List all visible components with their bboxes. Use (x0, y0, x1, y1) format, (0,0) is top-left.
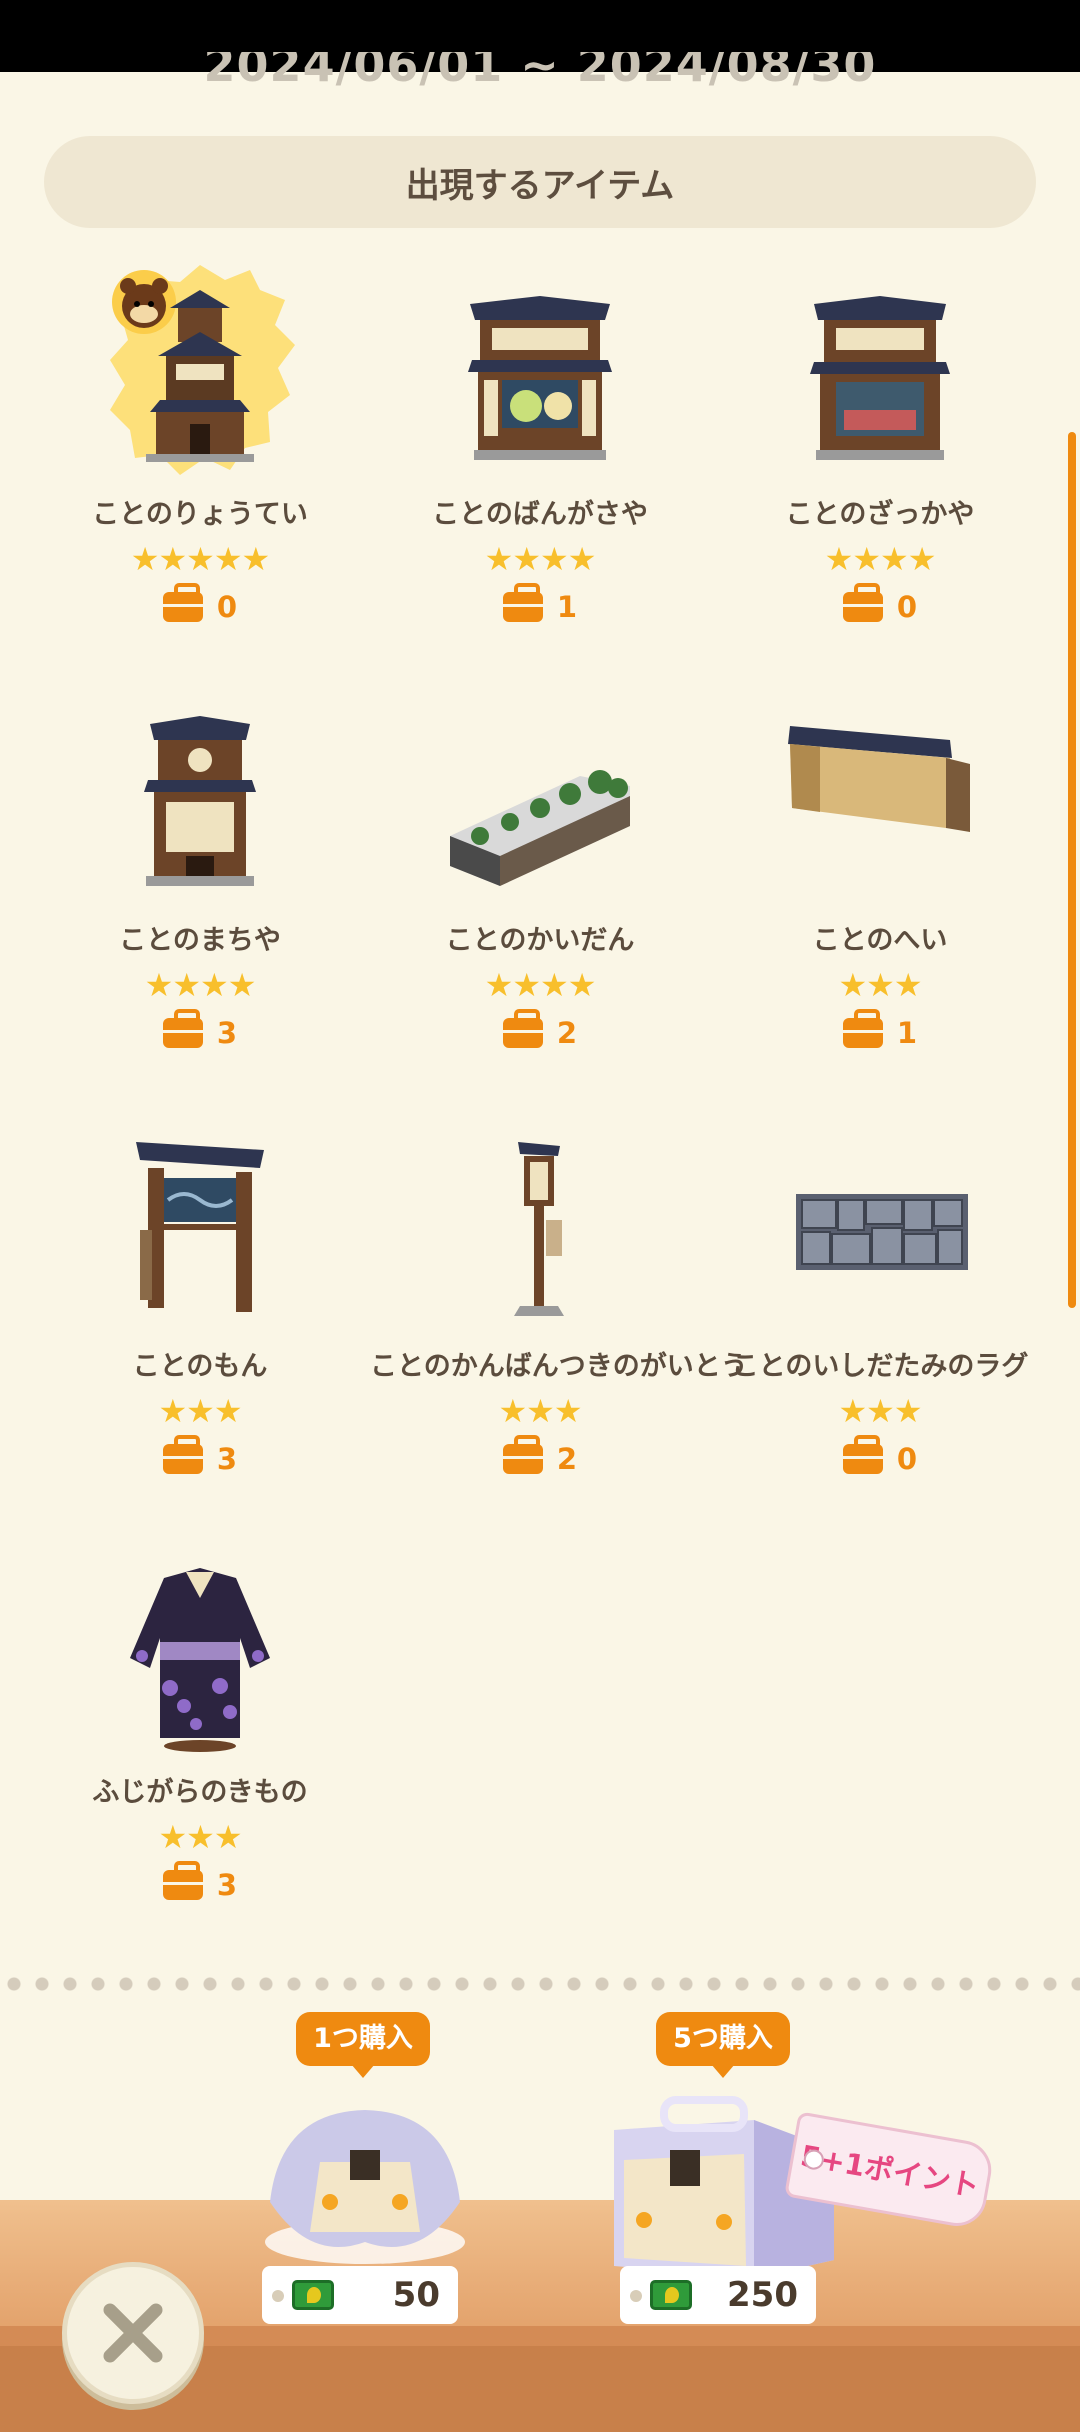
item-name: ことのもん (132, 1351, 268, 1382)
star-rating: ★★★★ (144, 966, 257, 1004)
bag-icon (162, 1435, 203, 1474)
star-rating: ★★★ (498, 1392, 582, 1430)
item-name: ことのざっかや (785, 499, 975, 530)
bag-icon (162, 1861, 203, 1900)
bag-icon (842, 1009, 883, 1048)
townhouse-icon (144, 716, 256, 886)
bag-icon (502, 1435, 543, 1474)
item-name: ことのかんばんつきのがいとう (370, 1351, 748, 1382)
section-title: 出現するアイテム (44, 136, 1036, 228)
price-five: 250 (620, 2266, 816, 2324)
divider (0, 1976, 1080, 1992)
item-name: ことのかいだん (445, 925, 635, 956)
item-card[interactable]: ことのばんがさや ★★★★ 1 (370, 260, 710, 660)
close-icon (103, 2303, 163, 2363)
item-card[interactable]: ことのもん ★★★ 3 (30, 1112, 370, 1512)
item-card[interactable]: ことのいしだたみのラグ ★★★ 0 (710, 1112, 1050, 1512)
item-count: 0 (710, 583, 1050, 624)
item-name: ふじがらのきもの (92, 1777, 308, 1808)
price-single: 50 (262, 2266, 458, 2324)
star-rating: ★★★★ (824, 540, 937, 578)
item-count: 0 (710, 1435, 1050, 1476)
item-count: 1 (710, 1009, 1050, 1050)
gate-icon (136, 1142, 264, 1312)
item-count: 3 (30, 1435, 370, 1476)
bag-icon (502, 583, 543, 622)
item-count: 3 (30, 1861, 370, 1902)
bag-icon (162, 1009, 203, 1048)
general-store-icon (810, 296, 950, 460)
item-name: ことのへい (812, 925, 948, 956)
item-card[interactable]: ことのざっかや ★★★★ 0 (710, 260, 1050, 660)
buy-one-label: 1つ購入 (296, 2012, 430, 2078)
item-card[interactable]: ことのまちや ★★★★ 3 (30, 686, 370, 1086)
leaf-ticket-icon (292, 2280, 334, 2310)
star-rating: ★★★ (838, 966, 922, 1004)
umbrella-shop-icon (468, 296, 612, 460)
item-count: 1 (370, 583, 710, 624)
fortune-cookie-icon (265, 2110, 465, 2264)
item-name: ことのいしだたみのラグ (731, 1351, 1029, 1382)
item-card[interactable]: ことのかんばんつきのがいとう ★★★ 2 (370, 1112, 748, 1512)
item-count: 0 (30, 583, 370, 624)
restaurant-building-icon (110, 265, 295, 475)
bag-icon (842, 583, 883, 622)
bag-icon (162, 583, 203, 622)
date-range: 2024/06/01 ~ 2024/08/30 (203, 52, 877, 92)
buy-five-label: 5つ購入 (656, 2012, 790, 2078)
scrollbar[interactable] (1068, 432, 1076, 1308)
close-button[interactable] (62, 2262, 204, 2404)
item-card[interactable]: ことのへい ★★★ 1 (710, 686, 1050, 1086)
item-name: ことのまちや (119, 925, 281, 956)
buy-one-button[interactable]: 1つ購入 50 (230, 2010, 500, 2340)
item-card[interactable]: ふじがらのきもの ★★★ 3 (30, 1538, 370, 1938)
kimono-icon (130, 1568, 270, 1752)
bag-icon (502, 1009, 543, 1048)
star-rating: ★★★ (158, 1818, 242, 1856)
star-rating: ★★★ (838, 1392, 922, 1430)
wall-fence-icon (788, 726, 970, 832)
leaf-ticket-icon (650, 2280, 692, 2310)
item-card[interactable]: ことのかいだん ★★★★ 2 (370, 686, 710, 1086)
stairs-icon (450, 770, 630, 886)
item-count: 2 (370, 1435, 710, 1476)
star-rating: ★★★★ (484, 540, 597, 578)
item-card[interactable]: ことのりょうてい ★★★★★ 0 (30, 260, 370, 660)
item-count: 3 (30, 1009, 370, 1050)
star-rating: ★★★ (158, 1392, 242, 1430)
signboard-lamp-icon (514, 1142, 564, 1316)
star-rating: ★★★★★ (130, 540, 270, 578)
item-count: 2 (370, 1009, 710, 1050)
item-name: ことのりょうてい (92, 499, 308, 530)
star-rating: ★★★★ (484, 966, 597, 1004)
bag-icon (842, 1435, 883, 1474)
item-name: ことのばんがさや (432, 499, 648, 530)
stone-rug-icon (796, 1194, 968, 1270)
